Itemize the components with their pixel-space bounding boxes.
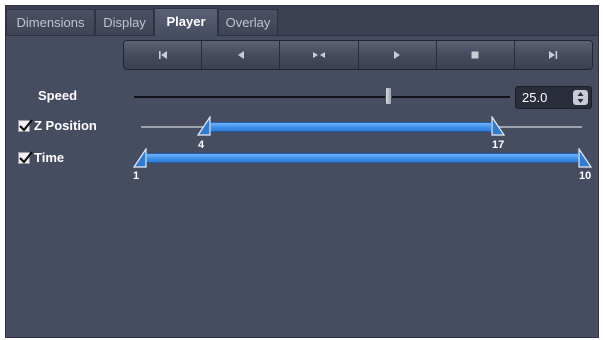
bounce-button[interactable]	[280, 41, 359, 69]
speed-value[interactable]: 25.0	[522, 90, 547, 105]
time-max-handle[interactable]	[578, 148, 592, 168]
speed-slider-thumb[interactable]	[385, 87, 392, 105]
play-backward-button[interactable]	[202, 41, 281, 69]
first-frame-button[interactable]	[124, 41, 203, 69]
stop-icon	[471, 51, 479, 59]
tab-bar: Dimensions Display Player Overlay	[6, 6, 598, 36]
z-max-handle[interactable]	[491, 116, 505, 136]
tab-player[interactable]: Player	[154, 8, 218, 36]
time-range-fill[interactable]	[146, 153, 579, 163]
speed-label: Speed	[38, 88, 78, 103]
z-min-handle[interactable]	[197, 116, 211, 136]
tab-overlay[interactable]: Overlay	[218, 9, 278, 35]
tab-display[interactable]: Display	[95, 9, 154, 35]
z-position-checkbox[interactable]	[18, 119, 33, 132]
z-position-label: Z Position	[34, 118, 97, 133]
skip-to-end-icon	[549, 51, 558, 59]
checkmark-icon	[19, 119, 33, 132]
play-backward-icon	[237, 51, 244, 59]
play-button[interactable]	[358, 41, 437, 69]
player-controls	[123, 40, 593, 70]
time-label: Time	[34, 150, 65, 165]
checkmark-icon	[19, 151, 33, 164]
spin-arrows[interactable]	[573, 90, 588, 105]
bounce-icon	[312, 52, 325, 58]
tab-dimensions[interactable]: Dimensions	[6, 9, 95, 35]
time-checkbox[interactable]	[18, 151, 33, 164]
z-range-fill[interactable]	[210, 122, 492, 132]
speed-spinbox[interactable]: 25.0	[515, 86, 592, 109]
z-min-value: 4	[198, 139, 205, 151]
stop-button[interactable]	[436, 41, 515, 69]
play-icon	[394, 51, 401, 59]
up-down-arrows-icon	[577, 92, 584, 103]
skip-to-start-icon	[158, 51, 167, 59]
time-min-handle[interactable]	[133, 148, 147, 168]
last-frame-button[interactable]	[514, 41, 592, 69]
z-max-value: 17	[492, 139, 505, 151]
time-max-value: 10	[579, 170, 592, 182]
time-min-value: 1	[133, 170, 140, 182]
speed-slider-track[interactable]	[134, 96, 510, 98]
